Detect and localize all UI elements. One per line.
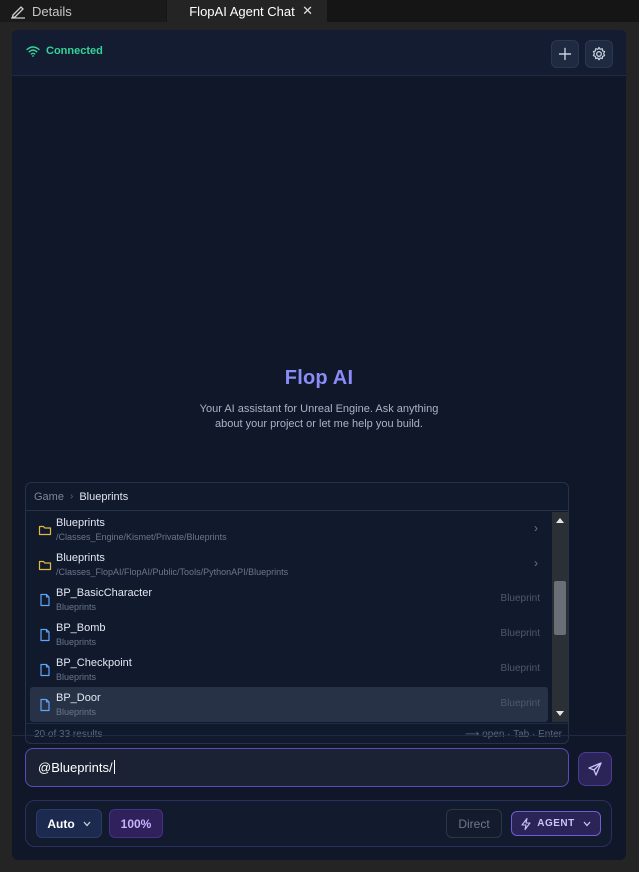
list-item-path: Blueprints [56, 637, 97, 647]
list-item-path: Blueprints [56, 707, 97, 717]
text-caret [113, 760, 115, 774]
new-chat-button[interactable] [551, 40, 579, 68]
agent-mode-label: AGENT [537, 818, 575, 829]
folder-icon [38, 560, 52, 571]
bottom-toolbar: Auto 100% Direct AGENT [25, 800, 612, 847]
tab-chat-label: FlopAI Agent Chat [189, 3, 295, 19]
welcome-title: Flop AI [284, 367, 354, 389]
chat-window: Connected Flop AI Your AI assistant for … [12, 30, 626, 860]
list-item[interactable]: BP_Bomb Blueprints Blueprint [30, 617, 548, 652]
send-icon [588, 762, 602, 776]
tab-details[interactable]: Details [0, 0, 166, 22]
plus-icon [558, 47, 572, 61]
list-item-type: Blueprint [500, 628, 540, 639]
scrollbar-thumb[interactable] [554, 581, 566, 635]
file-icon [40, 663, 50, 677]
chevron-right-icon: › [534, 556, 538, 570]
welcome-block: Flop AI Your AI assistant for Unreal Eng… [12, 367, 626, 432]
list-item-name: BP_Bomb [56, 622, 106, 634]
mode-select-label: Auto [47, 816, 75, 831]
chevron-down-icon [83, 821, 91, 826]
chat-input[interactable]: @Blueprints/ [25, 748, 569, 787]
list-item-type: Blueprint [500, 663, 540, 674]
chat-header: Connected [12, 30, 626, 76]
tab-details-label: Details [32, 3, 72, 19]
list-item-path: Blueprints [56, 602, 97, 612]
popup-footer: 20 of 33 results ⟶ open · Tab · Enter [26, 723, 568, 743]
asset-autocomplete-popup: Game › Blueprints Blueprints /Classes_En… [25, 482, 569, 744]
list-item[interactable]: BP_BasicCharacter Blueprints Blueprint [30, 582, 548, 617]
direct-mode-button[interactable]: Direct [446, 809, 502, 838]
mode-select[interactable]: Auto [36, 809, 102, 838]
file-icon [40, 593, 50, 607]
list-item-name: Blueprints [56, 517, 105, 529]
breadcrumb-item-game[interactable]: Game [34, 491, 64, 503]
editor-tab-strip: Details FlopAI Agent Chat ✕ [0, 0, 639, 22]
scroll-up-arrow-icon[interactable] [552, 512, 568, 528]
list-item-name: BP_BasicCharacter [56, 587, 152, 599]
divider [12, 735, 626, 736]
list-item-type: Blueprint [500, 593, 540, 604]
welcome-subtitle: Your AI assistant for Unreal Engine. Ask… [199, 403, 439, 430]
settings-button[interactable] [585, 40, 613, 68]
file-icon [40, 628, 50, 642]
lightning-icon [521, 817, 531, 830]
file-icon [40, 698, 50, 712]
chevron-right-icon: › [69, 491, 74, 502]
list-item-type: Blueprint [500, 698, 540, 709]
list-item[interactable]: Blueprints /Classes_Engine/Kismet/Privat… [30, 512, 548, 547]
zoom-level-button[interactable]: 100% [109, 809, 163, 838]
breadcrumb-item-current: Blueprints [79, 490, 129, 503]
chevron-down-icon [583, 821, 591, 826]
list-item-name: BP_Checkpoint [56, 657, 132, 669]
breadcrumb: Game › Blueprints [26, 483, 568, 511]
connection-status-label: Connected [46, 45, 103, 57]
agent-mode-select[interactable]: AGENT [511, 811, 601, 836]
list-item-selected[interactable]: BP_Door Blueprints Blueprint [30, 687, 548, 722]
list-scrollbar[interactable] [552, 512, 568, 722]
chevron-right-icon: › [534, 521, 538, 535]
wifi-icon [26, 46, 40, 57]
gear-icon [592, 46, 606, 61]
tab-flopai-agent-chat[interactable]: FlopAI Agent Chat ✕ [167, 0, 327, 22]
list-item-path: Blueprints [56, 672, 97, 682]
connection-status: Connected [26, 45, 103, 57]
asset-list: Blueprints /Classes_Engine/Kismet/Privat… [26, 512, 552, 722]
chat-input-value: @Blueprints/ [38, 760, 115, 775]
list-item[interactable]: Blueprints /Classes_FlopAI/FlopAI/Public… [30, 547, 548, 582]
list-item-name: BP_Door [56, 692, 101, 704]
list-item[interactable]: BP_Checkpoint Blueprints Blueprint [30, 652, 548, 687]
close-icon[interactable]: ✕ [302, 3, 313, 19]
send-button[interactable] [578, 752, 612, 786]
folder-icon [38, 525, 52, 536]
list-item-name: Blueprints [56, 552, 105, 564]
scroll-down-arrow-icon[interactable] [552, 706, 568, 722]
list-item-path: /Classes_Engine/Kismet/Private/Blueprint… [56, 532, 227, 542]
list-item-path: /Classes_FlopAI/FlopAI/Public/Tools/Pyth… [56, 567, 289, 577]
edit-pencil-icon [11, 6, 25, 19]
chat-panel: Connected Flop AI Your AI assistant for … [0, 22, 639, 872]
